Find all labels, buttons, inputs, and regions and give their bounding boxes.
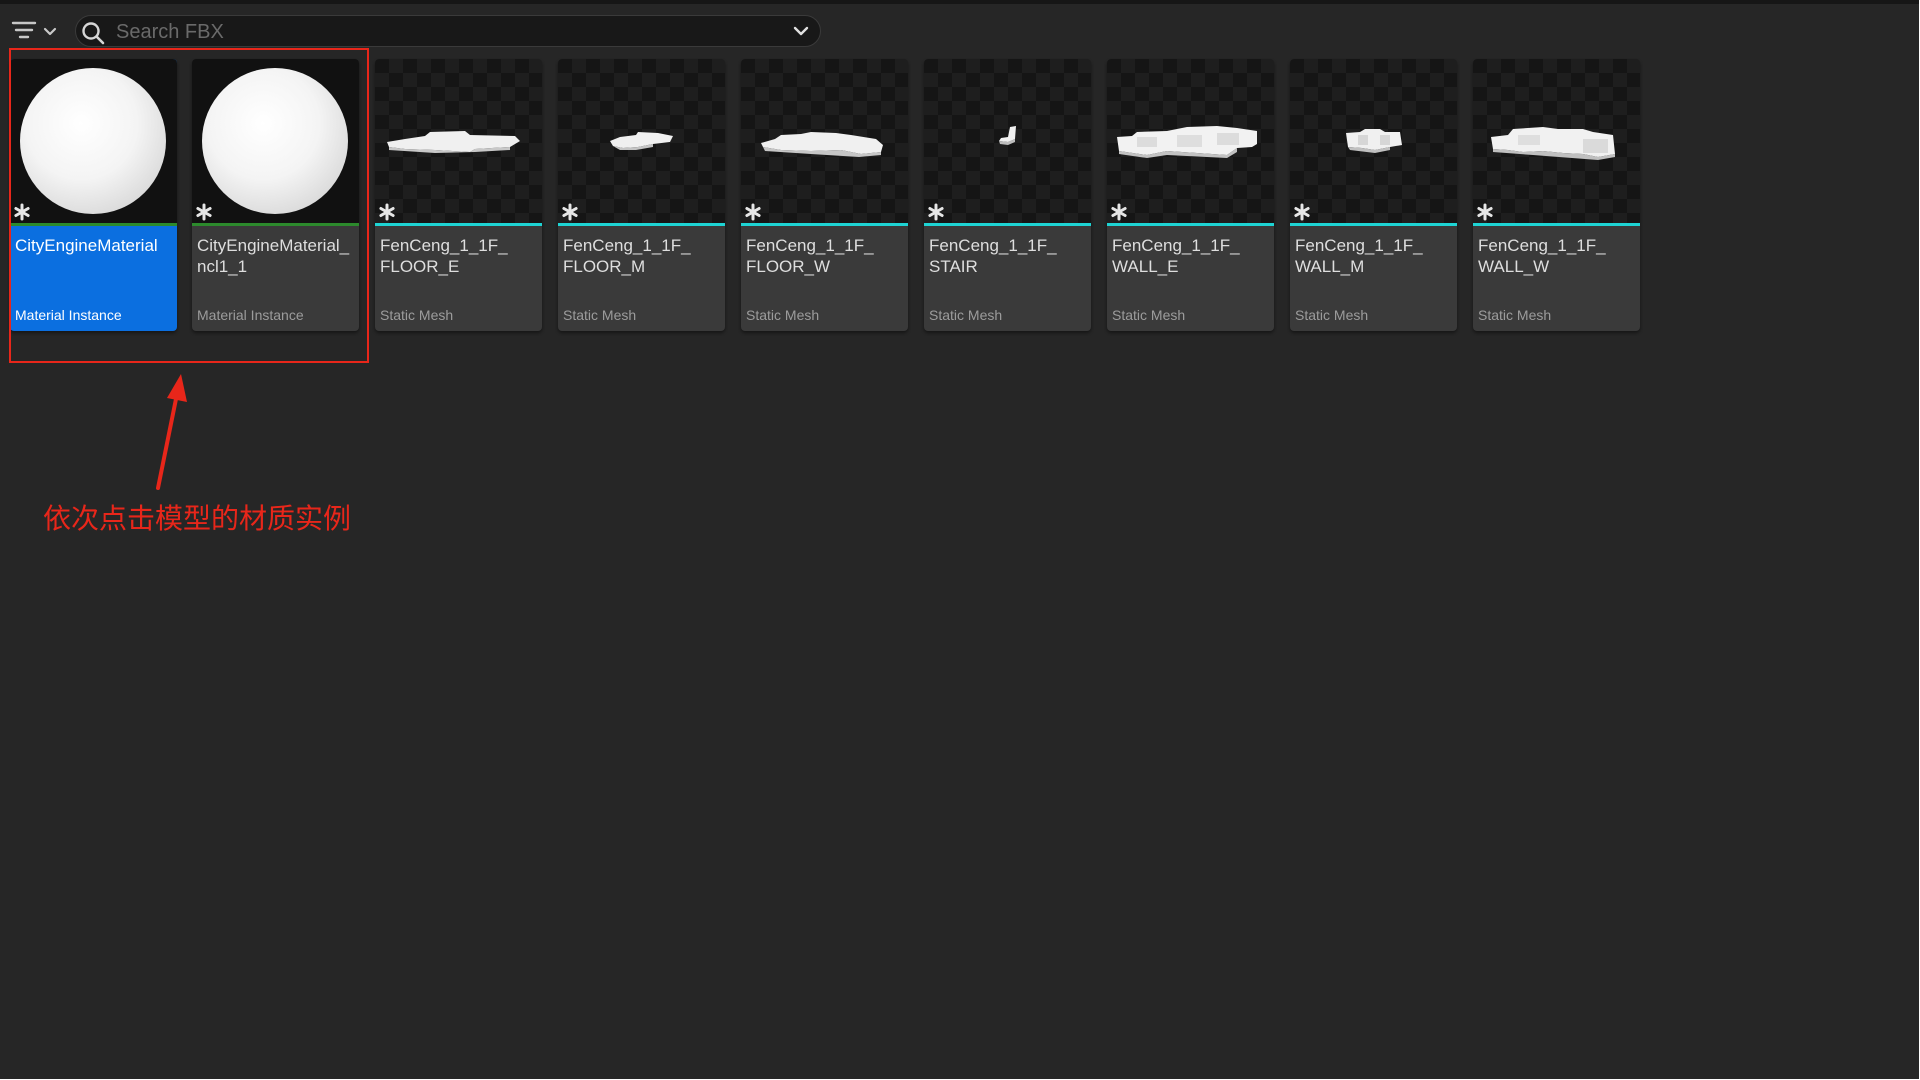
static-mesh-preview — [610, 132, 673, 150]
asset-type: Static Mesh — [929, 307, 1003, 323]
asset-tile[interactable]: FenCeng_1_1F_ FLOOR_M Static Mesh — [558, 59, 725, 331]
static-mesh-preview — [1117, 126, 1257, 158]
asterisk-icon — [745, 203, 761, 221]
asset-thumbnail — [741, 59, 908, 223]
static-mesh-preview — [999, 126, 1016, 145]
asset-thumbnail — [558, 59, 725, 223]
search-options-dropdown[interactable] — [792, 22, 810, 45]
asset-type-color-bar — [741, 223, 908, 226]
annotation-note: 依次点击模型的材质实例 — [43, 503, 352, 534]
asset-name: FenCeng_1_1F_ FLOOR_E — [380, 236, 508, 276]
static-mesh-preview — [1491, 127, 1615, 160]
asset-type-color-bar — [375, 223, 542, 226]
annotation-arrow — [156, 374, 187, 490]
asset-tile[interactable]: FenCeng_1_1F_ WALL_W Static Mesh — [1473, 59, 1640, 331]
asterisk-icon — [379, 203, 395, 221]
asset-type-color-bar — [1473, 223, 1640, 226]
asterisk-icon — [1294, 203, 1310, 221]
asset-name: FenCeng_1_1F_ WALL_W — [1478, 236, 1606, 276]
asset-thumbnail — [375, 59, 542, 223]
filter-button[interactable] — [10, 18, 62, 44]
top-border — [0, 0, 1919, 4]
asterisk-icon — [928, 203, 944, 221]
asset-tile[interactable]: FenCeng_1_1F_ WALL_M Static Mesh — [1290, 59, 1457, 331]
annotation-highlight-box — [9, 48, 369, 363]
asterisk-icon — [562, 203, 578, 221]
search-icon — [82, 22, 105, 45]
static-mesh-preview — [761, 132, 883, 157]
search-bar[interactable] — [75, 15, 821, 47]
asset-type: Static Mesh — [1112, 307, 1186, 323]
asset-name: FenCeng_1_1F_ STAIR — [929, 236, 1057, 276]
asset-name: FenCeng_1_1F_ FLOOR_W — [746, 236, 874, 276]
content-browser: CityEngineMaterial Material Instance Cit… — [0, 0, 1919, 1079]
chevron-down-icon — [793, 26, 809, 36]
asset-thumbnail — [1473, 59, 1640, 223]
asset-tile[interactable]: FenCeng_1_1F_ STAIR Static Mesh — [924, 59, 1091, 331]
asset-type-color-bar — [558, 223, 725, 226]
asset-type-color-bar — [924, 223, 1091, 226]
search-input[interactable] — [114, 19, 758, 45]
asterisk-icon — [1477, 203, 1493, 221]
asset-type: Static Mesh — [1478, 307, 1552, 323]
filter-lines-icon — [11, 21, 57, 39]
asset-tile[interactable]: FenCeng_1_1F_ FLOOR_E Static Mesh — [375, 59, 542, 331]
asset-type: Static Mesh — [380, 307, 454, 323]
asset-name: FenCeng_1_1F_ FLOOR_M — [563, 236, 691, 276]
asset-type-color-bar — [1107, 223, 1274, 226]
asset-type: Static Mesh — [563, 307, 637, 323]
asset-type-color-bar — [1290, 223, 1457, 226]
asset-type: Static Mesh — [1295, 307, 1369, 323]
static-mesh-preview — [387, 131, 520, 153]
asset-thumbnail — [1107, 59, 1274, 223]
asset-type: Static Mesh — [746, 307, 820, 323]
asterisk-icon — [1111, 203, 1127, 221]
asset-tile[interactable]: FenCeng_1_1F_ WALL_E Static Mesh — [1107, 59, 1274, 331]
static-mesh-preview — [1346, 129, 1402, 153]
asset-thumbnail — [924, 59, 1091, 223]
asset-thumbnail — [1290, 59, 1457, 223]
asset-tile[interactable]: FenCeng_1_1F_ FLOOR_W Static Mesh — [741, 59, 908, 331]
asset-name: FenCeng_1_1F_ WALL_M — [1295, 236, 1423, 276]
asset-name: FenCeng_1_1F_ WALL_E — [1112, 236, 1240, 276]
